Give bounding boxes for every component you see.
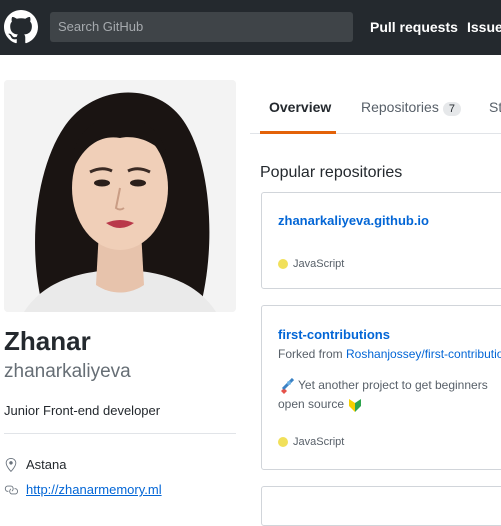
- search-input[interactable]: Search GitHub: [50, 12, 353, 42]
- language-label: JavaScript: [293, 436, 345, 448]
- tab-repositories[interactable]: Repositories 7: [361, 99, 461, 116]
- avatar-portrait: [4, 80, 236, 312]
- language-color-dot: [278, 259, 288, 269]
- language-color-dot: [278, 437, 288, 447]
- rocket-icon: [281, 377, 294, 394]
- github-logo-icon[interactable]: [4, 10, 38, 44]
- repo-language: JavaScript: [278, 258, 344, 270]
- language-label: JavaScript: [293, 258, 345, 270]
- forked-from: Forked from Roshanjossey/first-contribut…: [278, 347, 501, 361]
- description-line-2: open source: [278, 397, 345, 411]
- tab-repositories-label: Repositories: [361, 99, 439, 115]
- profile-username: zhanarkaliyeva: [4, 361, 131, 382]
- forked-from-link[interactable]: Roshanjossey/first-contributions: [346, 347, 501, 361]
- profile-website: http://zhanarmemory.ml: [4, 482, 162, 497]
- profile-divider: [4, 433, 236, 434]
- repo-card: first-contributions Forked from Roshanjo…: [261, 305, 501, 470]
- nav-pull-requests[interactable]: Pull requests: [370, 19, 458, 35]
- profile-bio: Junior Front-end developer: [4, 403, 161, 418]
- top-header: Search GitHub Pull requests Issues: [0, 0, 501, 55]
- popular-repositories-title: Popular repositories: [260, 164, 403, 181]
- profile-location: Astana: [4, 457, 66, 472]
- tab-stars[interactable]: St: [489, 99, 501, 115]
- avatar: [4, 80, 236, 312]
- repositories-counter: 7: [442, 102, 461, 116]
- repo-card: [261, 486, 501, 526]
- location-text: Astana: [26, 457, 67, 472]
- repo-name-link[interactable]: zhanarkaliyeva.github.io: [278, 213, 429, 228]
- repo-name-link[interactable]: first-contributions: [278, 327, 390, 342]
- tab-overview[interactable]: Overview: [269, 99, 331, 115]
- link-icon: [4, 485, 18, 494]
- nav-issues[interactable]: Issues: [467, 19, 501, 35]
- active-tab-indicator: [260, 131, 336, 134]
- description-line-1: Yet another project to get beginners: [298, 378, 488, 392]
- website-link[interactable]: http://zhanarmemory.ml: [26, 482, 162, 497]
- location-icon: [5, 457, 17, 472]
- profile-tabs: Overview Repositories 7 St: [250, 85, 501, 134]
- beginner-leaf-icon: [349, 398, 362, 412]
- repo-language: JavaScript: [278, 436, 344, 448]
- repo-card: zhanarkaliyeva.github.io JavaScript: [261, 192, 501, 289]
- forked-prefix: Forked from: [278, 347, 347, 361]
- repo-description: Yet another project to get beginners ope…: [278, 376, 501, 414]
- profile-full-name: Zhanar: [4, 326, 91, 356]
